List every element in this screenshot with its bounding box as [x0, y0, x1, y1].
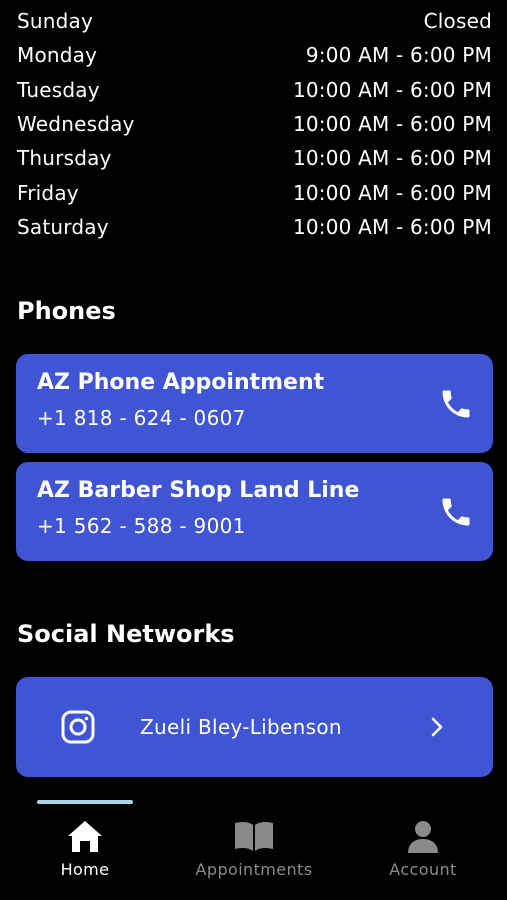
hours-row-sunday: Sunday Closed	[17, 4, 492, 38]
nav-item-account[interactable]: Account	[348, 818, 498, 879]
hours-value: Closed	[423, 9, 492, 34]
day-label: Sunday	[17, 9, 94, 34]
social-account-name: Zueli Bley-Libenson	[140, 715, 342, 739]
social-card-instagram[interactable]: Zueli Bley-Libenson	[16, 677, 493, 777]
phone-icon[interactable]	[437, 493, 475, 531]
day-label: Monday	[17, 43, 98, 68]
phone-icon[interactable]	[437, 385, 475, 423]
hours-row-friday: Friday 10:00 AM - 6:00 PM	[17, 175, 492, 209]
phone-number: +1 562 - 588 - 9001	[37, 514, 246, 539]
hours-value: 10:00 AM - 6:00 PM	[292, 214, 492, 239]
phone-card-landline[interactable]: AZ Barber Shop Land Line +1 562 - 588 - …	[16, 462, 493, 561]
bottom-nav: Home Appointments Account	[0, 790, 507, 900]
phone-number: +1 818 - 624 - 0607	[37, 406, 246, 431]
day-label: Thursday	[17, 146, 112, 171]
hours-row-tuesday: Tuesday 10:00 AM - 6:00 PM	[17, 73, 492, 107]
store-info-screen: Sunday Closed Monday 9:00 AM - 6:00 PM T…	[0, 0, 507, 900]
chevron-right-icon	[429, 716, 445, 738]
hours-value: 10:00 AM - 6:00 PM	[292, 112, 492, 137]
person-icon	[402, 818, 444, 854]
nav-item-home[interactable]: Home	[10, 818, 160, 879]
hours-value: 10:00 AM - 6:00 PM	[292, 146, 492, 171]
book-icon	[233, 818, 275, 854]
nav-label: Home	[60, 860, 110, 879]
active-tab-indicator	[37, 800, 133, 804]
home-icon	[64, 818, 106, 854]
hours-row-thursday: Thursday 10:00 AM - 6:00 PM	[17, 141, 492, 175]
hours-row-saturday: Saturday 10:00 AM - 6:00 PM	[17, 210, 492, 244]
day-label: Wednesday	[17, 112, 135, 137]
day-label: Tuesday	[17, 77, 100, 102]
day-label: Friday	[17, 180, 79, 205]
phone-name: AZ Phone Appointment	[37, 370, 325, 395]
day-label: Saturday	[17, 214, 109, 239]
nav-item-appointments[interactable]: Appointments	[179, 818, 329, 879]
hours-list: Sunday Closed Monday 9:00 AM - 6:00 PM T…	[17, 4, 492, 244]
hours-row-wednesday: Wednesday 10:00 AM - 6:00 PM	[17, 107, 492, 141]
hours-value: 10:00 AM - 6:00 PM	[292, 77, 492, 102]
nav-label: Account	[389, 860, 457, 879]
phone-name: AZ Barber Shop Land Line	[37, 478, 360, 503]
hours-value: 10:00 AM - 6:00 PM	[292, 180, 492, 205]
phones-section-title: Phones	[17, 297, 116, 325]
phone-card-appointment[interactable]: AZ Phone Appointment +1 818 - 624 - 0607	[16, 354, 493, 453]
social-section-title: Social Networks	[17, 620, 235, 648]
hours-value: 9:00 AM - 6:00 PM	[305, 43, 492, 68]
instagram-icon	[60, 709, 96, 745]
hours-row-monday: Monday 9:00 AM - 6:00 PM	[17, 38, 492, 72]
nav-label: Appointments	[195, 860, 313, 879]
